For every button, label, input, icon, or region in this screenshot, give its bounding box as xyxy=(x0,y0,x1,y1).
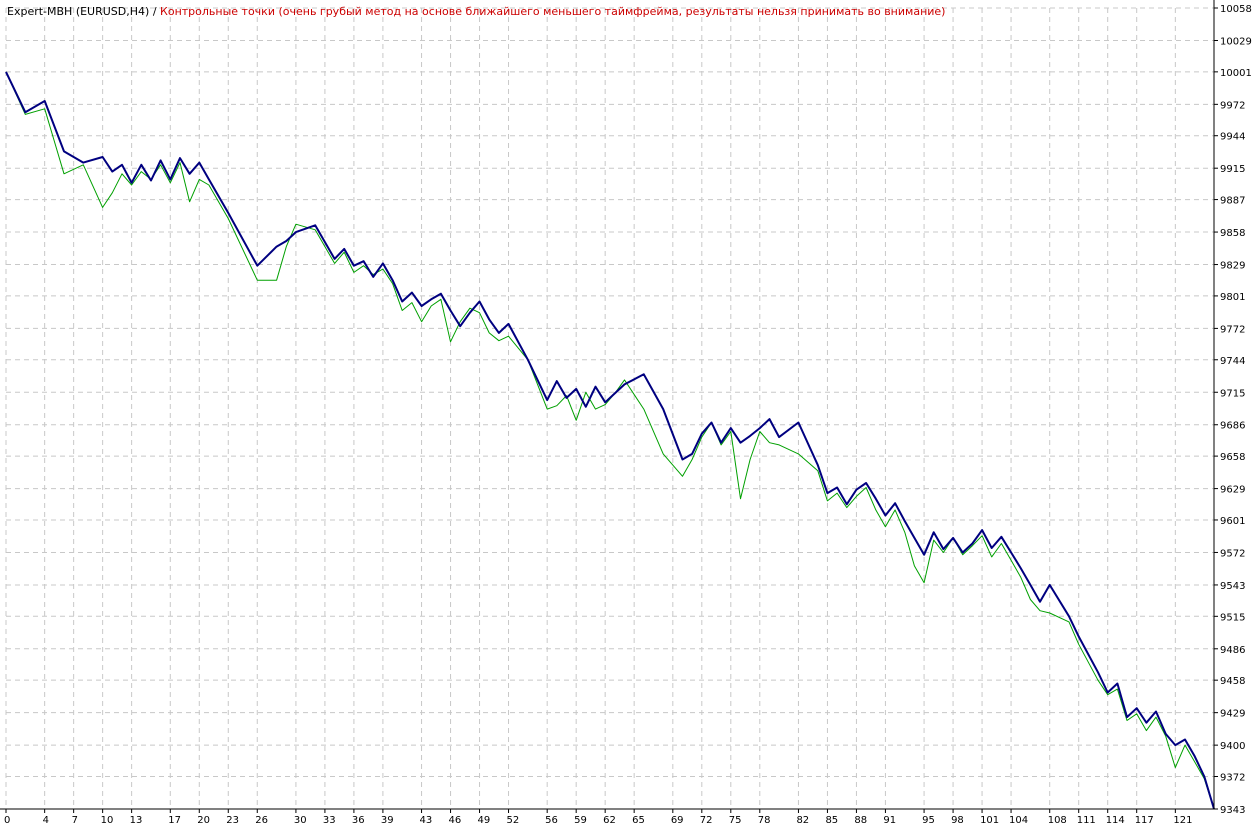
x-tick-label: 111 xyxy=(1077,815,1096,826)
y-tick-label: 9801 xyxy=(1220,292,1245,303)
x-tick-label: 26 xyxy=(255,815,268,826)
y-tick-label: 9343 xyxy=(1220,805,1245,816)
y-tick-label: 9543 xyxy=(1220,581,1245,592)
x-tick-label: 10 xyxy=(101,815,114,826)
y-tick-label: 9458 xyxy=(1220,676,1245,687)
y-tick-label: 10001 xyxy=(1220,68,1252,79)
x-tick-label: 7 xyxy=(72,815,78,826)
grid-layer xyxy=(5,7,1214,810)
x-tick-label: 52 xyxy=(507,815,520,826)
x-tick-label: 65 xyxy=(632,815,645,826)
y-tick-label: 9829 xyxy=(1220,261,1245,272)
x-tick-label: 121 xyxy=(1173,815,1192,826)
y-tick-label: 9601 xyxy=(1220,516,1245,527)
y-tick-label: 9915 xyxy=(1220,164,1245,175)
x-tick-label: 30 xyxy=(294,815,307,826)
x-tick-label: 82 xyxy=(796,815,809,826)
x-tick-label: 104 xyxy=(1009,815,1028,826)
x-tick-label: 56 xyxy=(545,815,558,826)
x-tick-label: 95 xyxy=(922,815,935,826)
x-tick-label: 72 xyxy=(700,815,713,826)
x-tick-label: 98 xyxy=(951,815,964,826)
expert-name: Expert-MBH (EURUSD,H4) xyxy=(7,5,150,18)
x-tick-label: 75 xyxy=(729,815,742,826)
y-tick-label: 9372 xyxy=(1220,773,1245,784)
y-tick-label: 9629 xyxy=(1220,485,1245,496)
x-tick-label: 39 xyxy=(381,815,394,826)
y-tick-label: 9515 xyxy=(1220,612,1245,623)
y-tick-label: 9400 xyxy=(1220,741,1245,752)
x-tick-label: 20 xyxy=(197,815,210,826)
y-tick-label: 9972 xyxy=(1220,100,1245,111)
axis-layer xyxy=(0,0,1215,810)
x-tick-label: 59 xyxy=(574,815,587,826)
y-tick-label: 9429 xyxy=(1220,709,1245,720)
x-tick-label: 69 xyxy=(671,815,684,826)
x-tick-label: 101 xyxy=(980,815,999,826)
y-tick-label: 9486 xyxy=(1220,645,1245,656)
title-separator: / xyxy=(149,5,161,18)
x-tick-label: 85 xyxy=(825,815,838,826)
equity-line xyxy=(5,71,1215,810)
x-axis-ticks: 0 4 7 10 13 17 20 23 26 30 33 36 39 43 46 49 52 56 59 62 65 6… xyxy=(4,809,1192,826)
y-tick-label: 9715 xyxy=(1220,388,1245,399)
modeling-note: Контрольные точки (очень грубый метод на… xyxy=(160,5,946,18)
x-tick-label: 88 xyxy=(854,815,867,826)
x-tick-label: 4 xyxy=(43,815,49,826)
x-tick-label: 33 xyxy=(323,815,336,826)
x-tick-label: 17 xyxy=(168,815,181,826)
x-tick-label: 62 xyxy=(603,815,616,826)
y-tick-label: 10029 xyxy=(1220,36,1252,47)
x-tick-label: 108 xyxy=(1048,815,1067,826)
y-tick-label: 10058 xyxy=(1220,4,1252,15)
y-tick-label: 9944 xyxy=(1220,132,1245,143)
series-layer xyxy=(5,71,1215,810)
chart-frame: 10058 10029 10001 9972 9944 9915 9887 9858 9829 9… xyxy=(0,0,1252,826)
y-tick-label: 9572 xyxy=(1220,548,1245,559)
y-tick-label: 9887 xyxy=(1220,196,1245,207)
x-tick-label: 13 xyxy=(130,815,143,826)
y-tick-label: 9744 xyxy=(1220,356,1245,367)
balance-line xyxy=(5,71,1215,810)
x-tick-label: 36 xyxy=(352,815,365,826)
x-tick-label: 91 xyxy=(883,815,896,826)
x-tick-label: 46 xyxy=(449,815,462,826)
x-tick-label: 0 xyxy=(4,815,10,826)
x-tick-label: 49 xyxy=(478,815,491,826)
x-tick-label: 114 xyxy=(1106,815,1125,826)
chart-title: Expert-MBH (EURUSD,H4) / Контрольные точ… xyxy=(7,5,945,18)
y-tick-label: 9658 xyxy=(1220,452,1245,463)
y-tick-label: 9858 xyxy=(1220,228,1245,239)
y-tick-label: 9772 xyxy=(1220,324,1245,335)
y-tick-label: 9686 xyxy=(1220,421,1245,432)
x-tick-label: 43 xyxy=(420,815,433,826)
x-tick-label: 78 xyxy=(758,815,771,826)
x-tick-label: 23 xyxy=(226,815,239,826)
y-axis-ticks: 10058 10029 10001 9972 9944 9915 9887 9858 9829 9… xyxy=(1214,4,1252,816)
x-tick-label: 117 xyxy=(1135,815,1154,826)
